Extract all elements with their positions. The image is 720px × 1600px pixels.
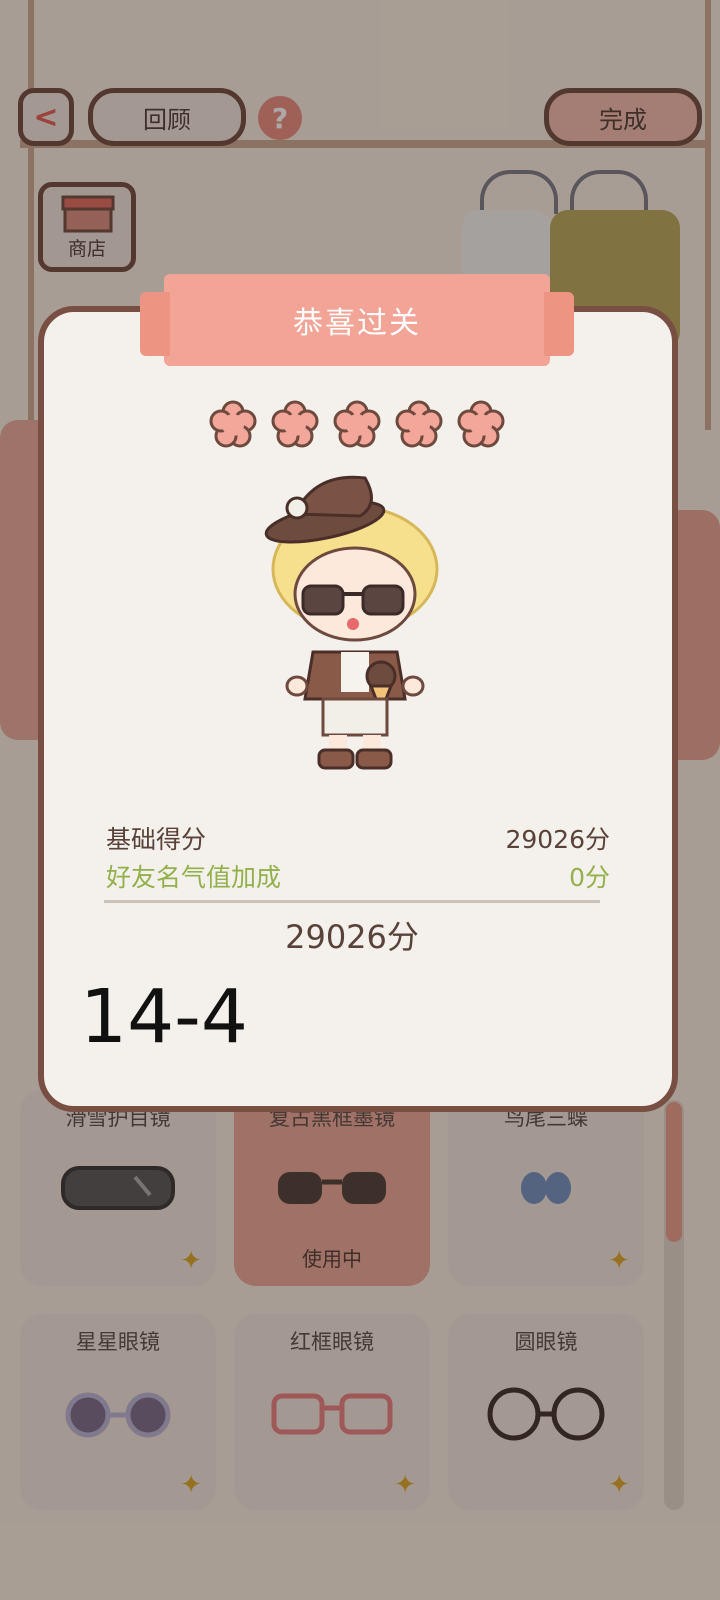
flower-star-icon — [209, 400, 257, 448]
base-score-row: 基础得分 29026分 — [106, 820, 610, 856]
level-number: 14-4 — [80, 974, 248, 1060]
friend-bonus-label: 好友名气值加成 — [106, 863, 282, 892]
star-rating — [208, 400, 508, 450]
score-divider — [104, 900, 600, 903]
flower-star-icon — [395, 400, 443, 448]
flower-star-icon — [457, 400, 505, 448]
base-score-label: 基础得分 — [106, 825, 207, 854]
total-score: 29026分 — [285, 918, 419, 956]
dialog-title: 恭喜过关 — [293, 306, 421, 341]
flower-star-icon — [271, 400, 319, 448]
friend-bonus-row: 好友名气值加成 0分 — [106, 858, 610, 894]
base-score-value: 29026分 — [505, 825, 610, 854]
flower-star-icon — [333, 400, 381, 448]
dressed-character-illustration — [264, 475, 439, 770]
title-ribbon: 恭喜过关 — [140, 274, 574, 366]
friend-bonus-value: 0分 — [569, 863, 610, 892]
